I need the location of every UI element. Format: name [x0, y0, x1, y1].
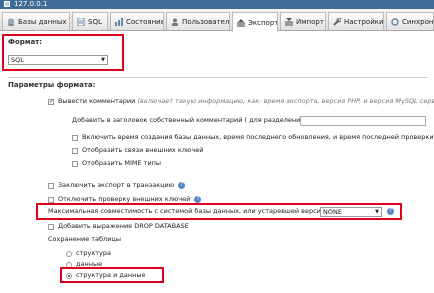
save-option-structure[interactable]: структура: [66, 249, 111, 258]
save-tables-label: Сохранение таблицы: [48, 235, 121, 243]
mime-types-checkbox[interactable]: [72, 160, 78, 167]
compat-select[interactable]: NONE ▼: [320, 207, 382, 217]
mime-types-option[interactable]: Отобразить MIME типы: [72, 159, 161, 168]
comments-option[interactable]: Вывести комментарии (включает такую инфо…: [48, 97, 434, 106]
save-option-structure-and-data[interactable]: структура и данные: [66, 271, 145, 280]
own-comment-input[interactable]: [300, 116, 426, 126]
tab-export[interactable]: Экспорт: [232, 12, 278, 32]
transaction-checkbox[interactable]: [48, 182, 54, 189]
tab-status[interactable]: Состояние: [110, 12, 164, 30]
wrench-icon: [333, 17, 342, 26]
drop-database-option[interactable]: Добавить выражение DROP DATABASE: [48, 222, 189, 231]
import-icon: [285, 17, 293, 26]
include-times-checkbox[interactable]: [72, 134, 78, 141]
database-icon: [7, 18, 15, 26]
format-select[interactable]: SQL ▼: [8, 55, 108, 65]
tab-users[interactable]: Пользователи: [166, 12, 230, 30]
users-icon: [171, 18, 179, 26]
transaction-option[interactable]: Заключить экспорт в транзакцию ?: [48, 181, 186, 190]
structure-radio[interactable]: [66, 250, 72, 257]
export-icon: [237, 18, 245, 27]
drop-database-checkbox[interactable]: [48, 223, 54, 230]
tab-sync[interactable]: Синхрони: [386, 12, 434, 30]
format-label: Формат:: [8, 38, 43, 46]
sql-icon: [77, 17, 85, 26]
help-icon[interactable]: ?: [387, 208, 394, 215]
own-comment-label: Добавить в заголовок собственный коммент…: [72, 116, 331, 124]
compat-label: Максимальная совместимость с системой ба…: [48, 207, 356, 215]
chevron-down-icon: ▼: [101, 57, 105, 63]
sync-icon: [391, 17, 399, 26]
top-tabs: Базы данных SQL Состояние Пользователи Э…: [0, 9, 434, 32]
structure-and-data-radio[interactable]: [66, 272, 72, 279]
server-titlebar: 127.0.0.1: [0, 0, 434, 9]
disable-fk-checkbox[interactable]: [48, 196, 54, 203]
help-icon[interactable]: ?: [178, 182, 186, 189]
format-options-heading: Параметры формата:: [8, 81, 96, 89]
tab-sql[interactable]: SQL: [72, 12, 108, 30]
tab-databases[interactable]: Базы данных: [2, 12, 70, 30]
tab-import[interactable]: Импорт: [280, 12, 326, 30]
divider: [8, 77, 428, 78]
tab-settings[interactable]: Настройки: [328, 12, 384, 30]
server-icon: [4, 1, 10, 7]
status-icon: [115, 17, 123, 26]
include-times-option[interactable]: Включить время создания базы данных, вре…: [72, 133, 434, 142]
server-name[interactable]: 127.0.0.1: [14, 0, 47, 9]
fk-links-checkbox[interactable]: [72, 147, 78, 154]
fk-links-option[interactable]: Отобразить связи внешних ключей: [72, 146, 203, 155]
export-content: Формат: SQL ▼ Параметры формата: Вывести…: [0, 31, 434, 293]
comments-checkbox[interactable]: [48, 97, 54, 106]
help-icon[interactable]: ?: [194, 196, 202, 203]
chevron-down-icon: ▼: [375, 209, 379, 215]
